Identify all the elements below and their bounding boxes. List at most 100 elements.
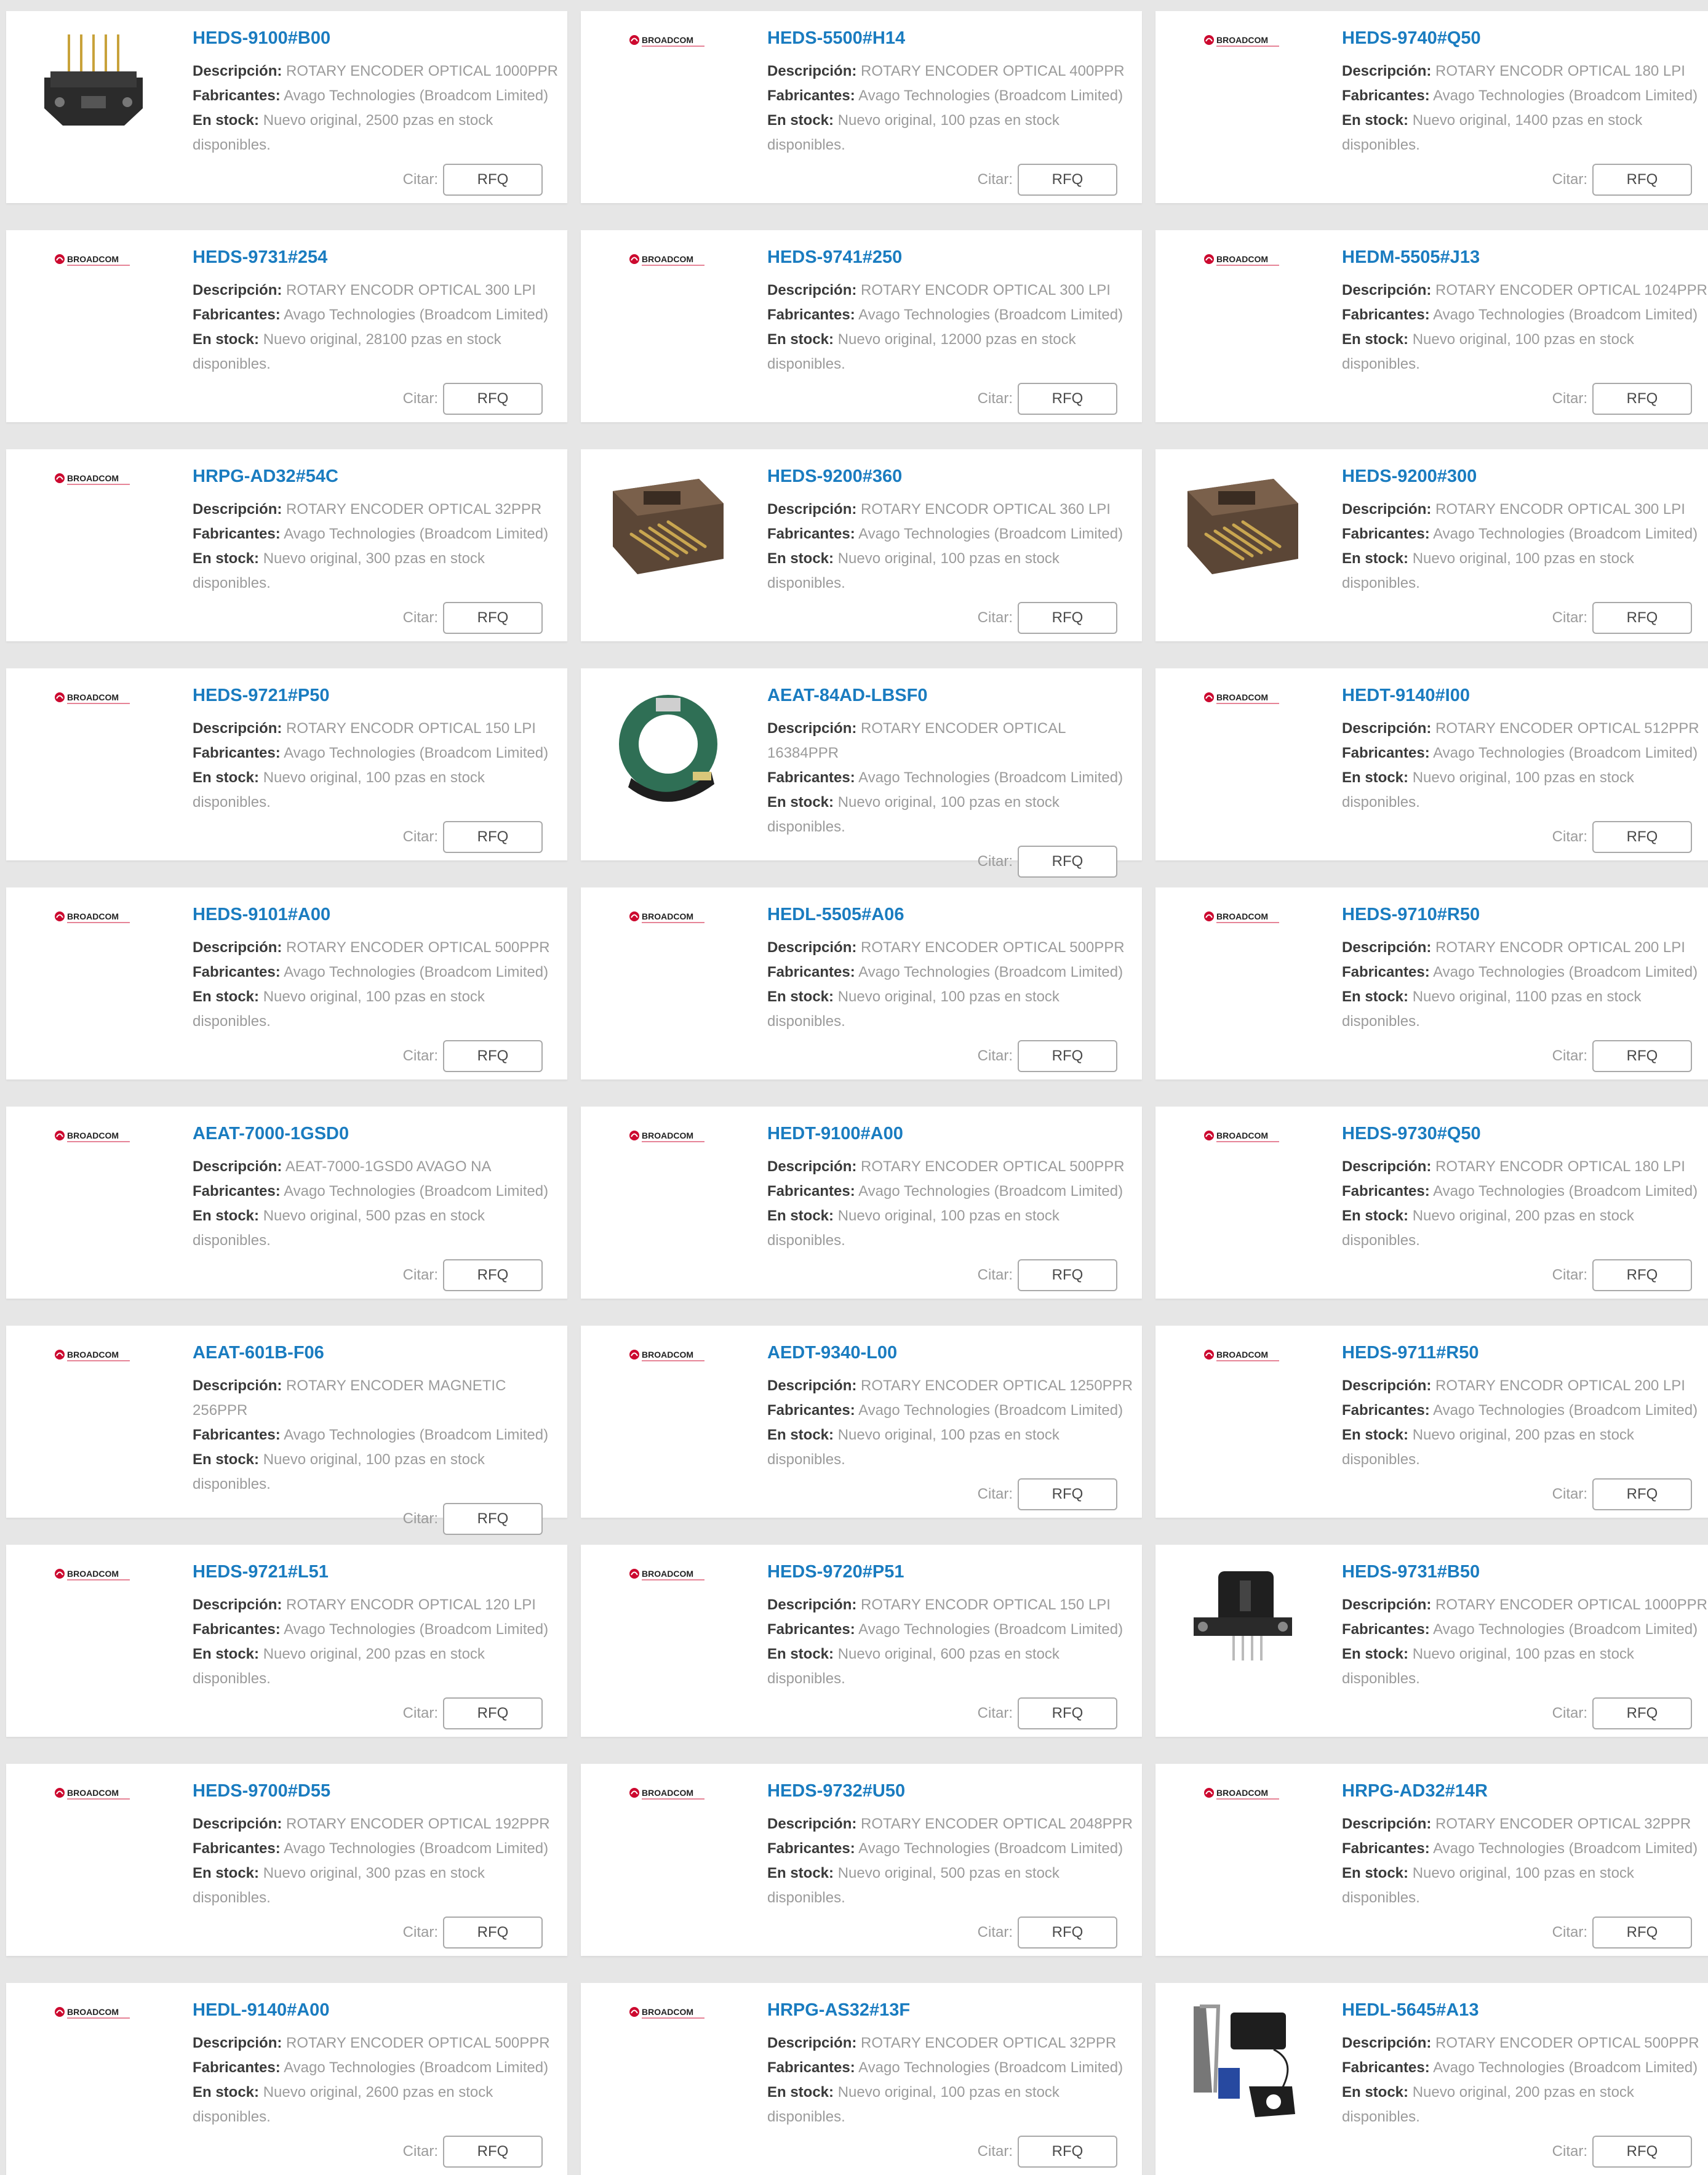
rfq-button[interactable]: RFQ <box>1592 383 1692 415</box>
rfq-button[interactable]: RFQ <box>1018 1040 1117 1072</box>
product-part-link[interactable]: HRPG-AD32#54C <box>193 467 338 487</box>
product-image[interactable]: BROADCOM <box>26 1781 161 1917</box>
product-part-link[interactable]: HEDS-9731#B50 <box>1342 1562 1480 1582</box>
rfq-button[interactable]: RFQ <box>1018 1478 1117 1510</box>
rfq-button[interactable]: RFQ <box>1018 383 1117 415</box>
description-value: ROTARY ENCODER OPTICAL 32PPR <box>1435 1816 1691 1832</box>
rfq-button[interactable]: RFQ <box>1018 1259 1117 1291</box>
product-part-link[interactable]: HRPG-AS32#13F <box>767 2000 910 2021</box>
product-part-link[interactable]: HEDS-9700#D55 <box>193 1781 330 1801</box>
product-image[interactable]: BROADCOM <box>601 28 736 164</box>
product-image[interactable]: BROADCOM <box>26 2000 161 2136</box>
product-image[interactable]: BROADCOM <box>601 1124 736 1259</box>
rfq-button[interactable]: RFQ <box>443 602 543 634</box>
product-part-link[interactable]: HEDS-9732#U50 <box>767 1781 905 1801</box>
rfq-button[interactable]: RFQ <box>1018 602 1117 634</box>
rfq-button[interactable]: RFQ <box>443 1697 543 1729</box>
product-part-link[interactable]: HRPG-AD32#14R <box>1342 1781 1488 1801</box>
product-image[interactable]: BROADCOM <box>1175 905 1311 1040</box>
product-part-link[interactable]: HEDS-9741#250 <box>767 247 902 268</box>
rfq-button[interactable]: RFQ <box>1592 1259 1692 1291</box>
rfq-button[interactable]: RFQ <box>443 1259 543 1291</box>
rfq-button[interactable]: RFQ <box>443 1040 543 1072</box>
rfq-button[interactable]: RFQ <box>443 164 543 196</box>
description-value: ROTARY ENCODER OPTICAL 512PPR <box>1435 720 1699 737</box>
quote-label: Citar: <box>977 609 1013 626</box>
product-part-link[interactable]: HEDS-9100#B00 <box>193 28 330 49</box>
product-image[interactable]: BROADCOM <box>601 247 736 383</box>
stock-value: Nuevo original, 1400 pzas en stock <box>1412 112 1643 129</box>
rfq-button[interactable]: RFQ <box>1018 846 1117 878</box>
quote-group: Citar: RFQ <box>403 1917 543 1949</box>
rfq-button[interactable]: RFQ <box>1018 164 1117 196</box>
rfq-button[interactable]: RFQ <box>443 383 543 415</box>
product-part-link[interactable]: HEDM-5505#J13 <box>1342 247 1480 268</box>
product-part-link[interactable]: HEDS-9720#P51 <box>767 1562 904 1582</box>
rfq-button[interactable]: RFQ <box>1592 2136 1692 2168</box>
rfq-button[interactable]: RFQ <box>443 1503 543 1535</box>
product-image[interactable]: BROADCOM <box>1175 1124 1311 1259</box>
product-image[interactable] <box>26 28 161 164</box>
product-part-link[interactable]: AEAT-7000-1GSD0 <box>193 1124 349 1144</box>
product-image[interactable]: BROADCOM <box>1175 1343 1311 1478</box>
product-image[interactable] <box>1175 2000 1311 2136</box>
product-image[interactable]: BROADCOM <box>26 1343 161 1478</box>
stock-line: En stock: Nuevo original, 1100 pzas en s… <box>1342 988 1642 1005</box>
product-part-link[interactable]: HEDS-9730#Q50 <box>1342 1124 1481 1144</box>
rfq-button[interactable]: RFQ <box>443 2136 543 2168</box>
rfq-button[interactable]: RFQ <box>1592 1478 1692 1510</box>
product-image[interactable]: BROADCOM <box>26 1124 161 1259</box>
product-image[interactable] <box>601 467 736 602</box>
description-value: ROTARY ENCODER OPTICAL 1250PPR <box>861 1377 1133 1394</box>
product-part-link[interactable]: AEDT-9340-L00 <box>767 1343 897 1363</box>
product-part-link[interactable]: HEDS-5500#H14 <box>767 28 905 49</box>
product-part-link[interactable]: HEDL-5645#A13 <box>1342 2000 1479 2021</box>
product-image[interactable]: BROADCOM <box>601 2000 736 2136</box>
product-part-link[interactable]: HEDL-5505#A06 <box>767 905 904 925</box>
rfq-button[interactable]: RFQ <box>1592 602 1692 634</box>
product-image[interactable]: BROADCOM <box>1175 686 1311 821</box>
rfq-button[interactable]: RFQ <box>1592 1917 1692 1949</box>
rfq-button[interactable]: RFQ <box>1592 164 1692 196</box>
product-part-link[interactable]: HEDS-9710#R50 <box>1342 905 1480 925</box>
product-image[interactable]: BROADCOM <box>1175 1781 1311 1917</box>
product-part-link[interactable]: HEDS-9731#254 <box>193 247 327 268</box>
product-image[interactable] <box>1175 1562 1311 1697</box>
rfq-button[interactable]: RFQ <box>443 821 543 853</box>
product-image[interactable]: BROADCOM <box>26 247 161 383</box>
product-image[interactable]: BROADCOM <box>601 1781 736 1917</box>
product-part-link[interactable]: AEAT-84AD-LBSF0 <box>767 686 928 706</box>
product-image[interactable]: BROADCOM <box>601 1343 736 1478</box>
product-part-link[interactable]: HEDS-9711#R50 <box>1342 1343 1479 1363</box>
description-value: ROTARY ENCODR OPTICAL 150 LPI <box>861 1596 1111 1613</box>
stock-line: En stock: Nuevo original, 2600 pzas en s… <box>193 2084 493 2101</box>
rfq-button[interactable]: RFQ <box>443 1917 543 1949</box>
product-part-link[interactable]: HEDS-9200#360 <box>767 467 902 487</box>
product-part-link[interactable]: HEDT-9140#I00 <box>1342 686 1470 706</box>
rfq-button[interactable]: RFQ <box>1018 2136 1117 2168</box>
description-line: Descripción: ROTARY ENCODR OPTICAL 200 L… <box>1342 939 1685 956</box>
product-image[interactable]: BROADCOM <box>601 905 736 1040</box>
product-part-link[interactable]: HEDT-9100#A00 <box>767 1124 903 1144</box>
product-image[interactable] <box>1175 467 1311 602</box>
product-image[interactable]: BROADCOM <box>26 686 161 821</box>
product-part-link[interactable]: HEDS-9721#L51 <box>193 1562 329 1582</box>
product-image[interactable]: BROADCOM <box>26 467 161 602</box>
product-part-link[interactable]: HEDS-9101#A00 <box>193 905 330 925</box>
rfq-button[interactable]: RFQ <box>1018 1697 1117 1729</box>
product-part-link[interactable]: AEAT-601B-F06 <box>193 1343 324 1363</box>
rfq-button[interactable]: RFQ <box>1592 1040 1692 1072</box>
product-image[interactable]: BROADCOM <box>1175 247 1311 383</box>
product-image[interactable]: BROADCOM <box>1175 28 1311 164</box>
product-part-link[interactable]: HEDS-9740#Q50 <box>1342 28 1481 49</box>
product-image[interactable]: BROADCOM <box>26 905 161 1040</box>
product-part-link[interactable]: HEDS-9721#P50 <box>193 686 329 706</box>
product-part-link[interactable]: HEDS-9200#300 <box>1342 467 1477 487</box>
product-part-link[interactable]: HEDL-9140#A00 <box>193 2000 329 2021</box>
rfq-button[interactable]: RFQ <box>1018 1917 1117 1949</box>
product-image[interactable]: BROADCOM <box>601 1562 736 1697</box>
rfq-button[interactable]: RFQ <box>1592 1697 1692 1729</box>
rfq-button[interactable]: RFQ <box>1592 821 1692 853</box>
product-image[interactable]: BROADCOM <box>26 1562 161 1697</box>
product-image[interactable] <box>601 686 736 821</box>
